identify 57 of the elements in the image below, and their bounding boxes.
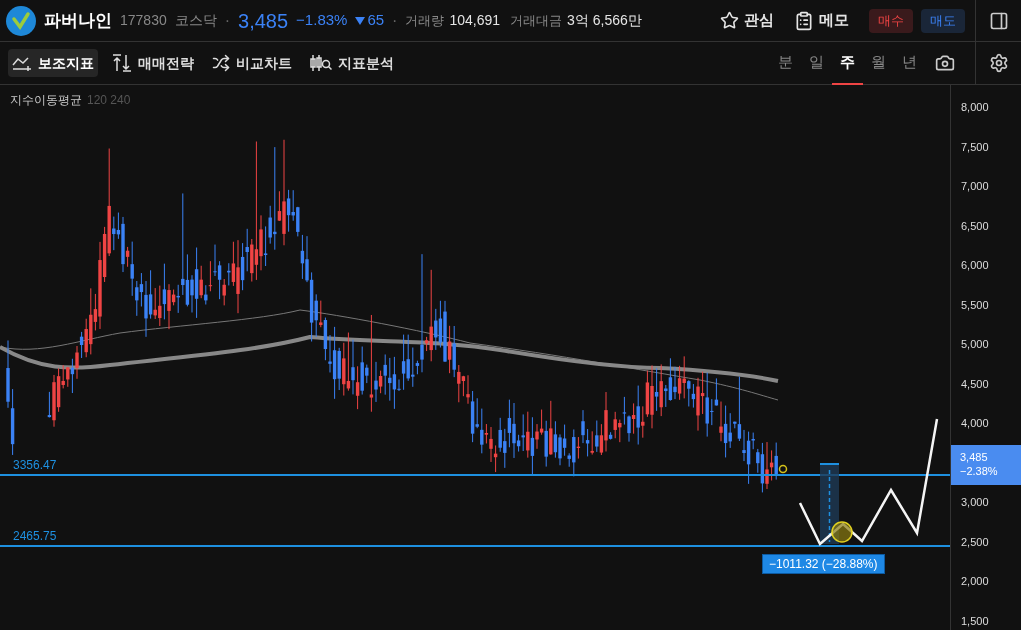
separator-dot: · <box>392 10 398 31</box>
volume-value: 104,691 <box>449 11 501 30</box>
axis-label: 7,500 <box>961 141 989 153</box>
measure-label: −1011.32 (−28.88%) <box>762 554 885 574</box>
period-tab[interactable]: 일 <box>801 41 832 85</box>
line-chart-icon <box>12 55 32 71</box>
highlight-circle <box>831 521 853 543</box>
buy-button[interactable]: 매수 <box>869 8 913 33</box>
current-price: 3,485 <box>238 8 289 34</box>
axis-label: 8,000 <box>961 102 989 113</box>
axis-label: 2,000 <box>961 576 989 588</box>
sell-button[interactable]: 매도 <box>921 8 965 33</box>
settings-icon[interactable] <box>988 53 1009 73</box>
separator-dot: · <box>224 10 231 31</box>
axis-label: 6,500 <box>961 220 989 232</box>
stock-code: 177830 <box>120 11 167 30</box>
axis-label: 4,500 <box>961 378 989 390</box>
camera-icon[interactable] <box>935 53 955 73</box>
toolbar-tab[interactable]: 매매전략 <box>108 49 198 77</box>
period-tab[interactable]: 년 <box>894 41 925 85</box>
axis-label: 5,500 <box>961 299 989 311</box>
candles-search-icon <box>310 54 332 72</box>
level-label: 3356.47 <box>13 458 57 472</box>
sort-arrows-icon <box>112 54 132 72</box>
stock-name: 파버나인 <box>44 9 112 32</box>
change-percent: −1.83% <box>296 10 348 31</box>
amount-value: 3억 6,566만 <box>567 11 642 30</box>
axis-label: 2,500 <box>961 536 989 548</box>
indicator-name: 지수이동평균 <box>10 92 82 109</box>
logo-icon <box>6 5 36 36</box>
toolbar-tab[interactable]: 비교차트 <box>208 49 296 77</box>
clipboard-icon <box>794 10 814 31</box>
axis-label: 6,000 <box>961 260 989 272</box>
down-triangle-icon <box>355 16 366 25</box>
axis-label: 4,000 <box>961 418 989 430</box>
period-tab[interactable]: 주 <box>832 41 863 85</box>
level-label: 2465.75 <box>13 529 57 543</box>
current-price-badge: 3,485 −2.38% <box>951 445 1021 485</box>
panel-toggle-icon[interactable] <box>988 10 1009 31</box>
amount-label: 거래대금 <box>510 11 563 30</box>
market-label: 코스닥 <box>174 11 217 30</box>
watchlist-button[interactable]: 관심 <box>720 9 774 32</box>
star-icon <box>720 11 739 30</box>
axis-label: 7,000 <box>961 181 989 193</box>
shuffle-icon <box>212 54 230 72</box>
change-amount: 65 <box>367 10 385 31</box>
memo-button[interactable]: 메모 <box>794 9 849 32</box>
toolbar-tab[interactable]: 보조지표 <box>8 49 98 77</box>
volume-label: 거래량 <box>405 11 445 30</box>
axis-label: 3,000 <box>961 497 989 509</box>
axis-label: 1,500 <box>961 616 989 627</box>
axis-label: 5,000 <box>961 339 989 351</box>
marker-icon <box>778 464 788 474</box>
period-tab[interactable]: 분 <box>770 41 801 85</box>
toolbar-tab[interactable]: 지표분석 <box>306 49 398 77</box>
period-tab[interactable]: 월 <box>863 41 894 85</box>
indicator-params: 120 240 <box>87 92 131 109</box>
